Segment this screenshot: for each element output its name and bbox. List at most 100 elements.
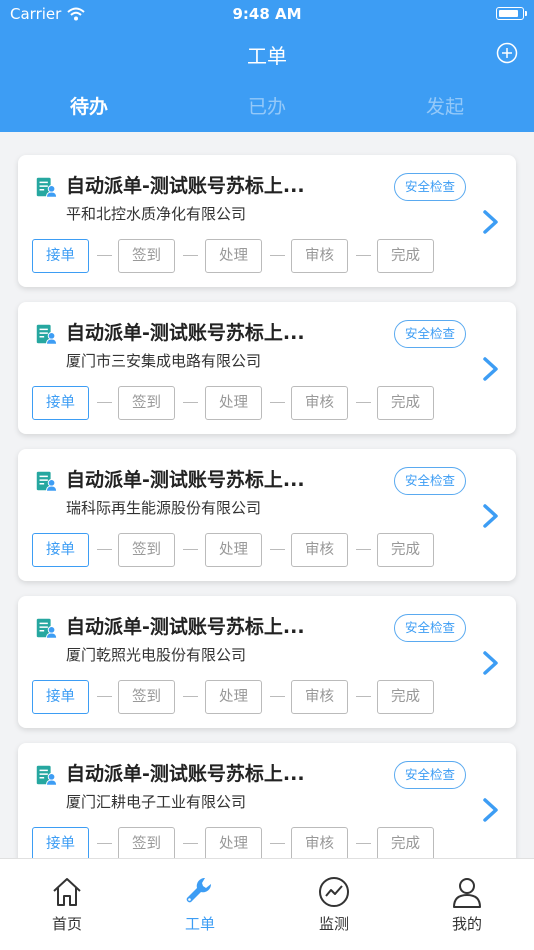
work-order-list: 自动派单-测试账号苏标上... 平和北控水质净化有限公司 安全检查 接单 签到 处理 审核完…: [0, 132, 534, 858]
step-4: 完成: [377, 680, 434, 714]
page-title: 工单: [247, 44, 287, 68]
nav-work-order-label: 工单: [184, 915, 215, 933]
step-0: 接单: [32, 827, 89, 858]
step-4: 完成: [377, 827, 434, 858]
profile-icon: [453, 878, 481, 908]
chevron-right-icon[interactable]: [482, 503, 500, 529]
category-badge: 安全检查: [394, 761, 466, 789]
step-connector: [356, 402, 371, 403]
status-bar: Carrier 9:48 AM: [0, 0, 534, 28]
nav-monitor-label: 监测: [318, 915, 349, 933]
step-connector: [183, 843, 198, 844]
nav-home-label: 首页: [51, 915, 82, 933]
card-company: 厦门市三安集成电路有限公司: [66, 352, 262, 370]
step-connector: [356, 255, 371, 256]
wrench-icon: [186, 877, 212, 903]
chevron-right-icon[interactable]: [482, 356, 500, 382]
step-3: 审核: [291, 680, 348, 714]
step-connector: [97, 255, 112, 256]
step-connector: [183, 402, 198, 403]
step-4: 完成: [377, 239, 434, 273]
nav-work-order[interactable]: 工单: [160, 875, 240, 934]
step-1: 签到: [118, 827, 175, 858]
card-title: 自动派单-测试账号苏标上...: [66, 322, 305, 344]
step-connector: [183, 696, 198, 697]
progress-steps: 接单 签到 处理 审核 完成: [32, 827, 452, 858]
step-1: 签到: [118, 239, 175, 273]
step-3: 审核: [291, 239, 348, 273]
step-3: 审核: [291, 533, 348, 567]
category-badge: 安全检查: [394, 467, 466, 495]
step-2: 处理: [205, 386, 262, 420]
work-order-card[interactable]: 自动派单-测试账号苏标上... 平和北控水质净化有限公司 安全检查接单 签到 处理 审核完…: [18, 155, 516, 287]
nav-monitor[interactable]: 监测: [294, 875, 374, 934]
card-title: 自动派单-测试账号苏标上...: [66, 616, 305, 638]
chevron-right-icon[interactable]: [482, 650, 500, 676]
step-0: 接单: [32, 533, 89, 567]
card-title: 自动派单-测试账号苏标上...: [66, 469, 305, 491]
chevron-right-icon[interactable]: [482, 797, 500, 823]
add-icon[interactable]: [496, 42, 518, 64]
card-company: 厦门乾照光电股份有限公司: [66, 646, 247, 664]
card-company: 瑞科际再生能源股份有限公司: [66, 499, 262, 517]
step-2: 处理: [205, 680, 262, 714]
status-time: 9:48 AM: [232, 5, 302, 23]
step-3: 审核: [291, 827, 348, 858]
work-order-icon: [36, 471, 58, 492]
step-3: 审核: [291, 386, 348, 420]
step-connector: [97, 549, 112, 550]
step-0: 接单: [32, 680, 89, 714]
step-2: 处理: [205, 239, 262, 273]
step-connector: [270, 549, 285, 550]
work-order-card[interactable]: 自动派单-测试账号苏标上... 厦门市三安集成电路有限公司 安全检查接单 签到 处理 审核…: [18, 302, 516, 434]
step-connector: [270, 696, 285, 697]
chevron-right-icon[interactable]: [482, 209, 500, 235]
tab-initiated[interactable]: 发起: [356, 92, 534, 128]
nav-profile[interactable]: 我的: [427, 875, 507, 934]
step-0: 接单: [32, 386, 89, 420]
battery-icon: [496, 7, 527, 20]
step-4: 完成: [377, 386, 434, 420]
tab-bar: 待办 已办 发起: [0, 92, 534, 128]
step-0: 接单: [32, 239, 89, 273]
progress-steps: 接单 签到 处理 审核 完成: [32, 680, 452, 714]
work-order-card[interactable]: 自动派单-测试账号苏标上... 厦门汇耕电子工业有限公司 安全检查接单 签到 处理 审核完…: [18, 743, 516, 858]
progress-steps: 接单 签到 处理 审核 完成: [32, 533, 452, 567]
step-1: 签到: [118, 680, 175, 714]
step-2: 处理: [205, 533, 262, 567]
card-company: 平和北控水质净化有限公司: [66, 205, 247, 223]
category-badge: 安全检查: [394, 614, 466, 642]
work-order-icon: [36, 618, 58, 639]
card-company: 厦门汇耕电子工业有限公司: [66, 793, 247, 811]
step-2: 处理: [205, 827, 262, 858]
tab-done[interactable]: 已办: [178, 92, 356, 128]
home-icon: [53, 878, 81, 906]
step-1: 签到: [118, 533, 175, 567]
step-connector: [270, 255, 285, 256]
step-4: 完成: [377, 533, 434, 567]
category-badge: 安全检查: [394, 320, 466, 348]
header: Carrier 9:48 AM 工单 待办 已办 发起: [0, 0, 534, 132]
step-connector: [356, 843, 371, 844]
step-connector: [97, 843, 112, 844]
monitor-icon: [319, 877, 349, 907]
card-title: 自动派单-测试账号苏标上...: [66, 175, 305, 197]
bottom-nav: 首页 工单 监测 我的: [0, 858, 534, 950]
card-title: 自动派单-测试账号苏标上...: [66, 763, 305, 785]
work-order-icon: [36, 324, 58, 345]
work-order-card[interactable]: 自动派单-测试账号苏标上... 瑞科际再生能源股份有限公司 安全检查接单 签到 处理 审核…: [18, 449, 516, 581]
step-connector: [183, 549, 198, 550]
work-order-card[interactable]: 自动派单-测试账号苏标上... 厦门乾照光电股份有限公司 安全检查接单 签到 处理 审核完…: [18, 596, 516, 728]
step-connector: [97, 402, 112, 403]
work-order-icon: [36, 765, 58, 786]
tab-todo[interactable]: 待办: [0, 92, 178, 128]
work-order-icon: [36, 177, 58, 198]
battery-level: [498, 9, 519, 17]
step-connector: [356, 549, 371, 550]
progress-steps: 接单 签到 处理 审核 完成: [32, 386, 452, 420]
nav-profile-label: 我的: [451, 915, 482, 933]
progress-steps: 接单 签到 处理 审核 完成: [32, 239, 452, 273]
step-connector: [183, 255, 198, 256]
nav-home[interactable]: 首页: [27, 875, 107, 934]
category-badge: 安全检查: [394, 173, 466, 201]
